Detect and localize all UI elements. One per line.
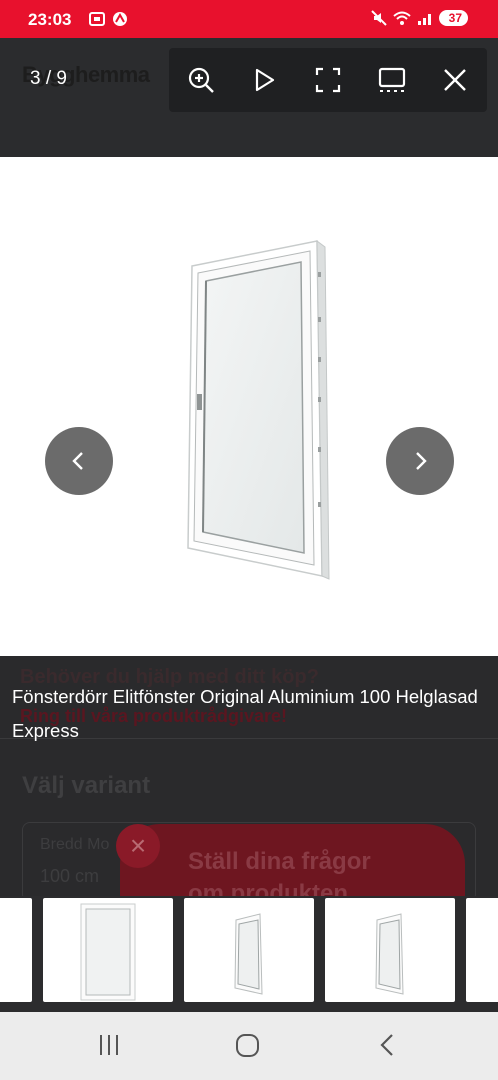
slideshow-play-button[interactable] (242, 58, 286, 102)
thumbnail-5[interactable] (325, 898, 455, 1002)
play-icon (256, 68, 275, 92)
image-caption: Fönsterdörr Elitfönster Original Alumini… (12, 686, 478, 741)
recent-apps-icon[interactable] (96, 1032, 122, 1058)
fullscreen-button[interactable] (306, 58, 350, 102)
close-icon (444, 69, 467, 91)
back-icon[interactable] (376, 1032, 400, 1058)
wifi-icon (392, 11, 411, 25)
thumbnail-strip (0, 896, 498, 1012)
mute-icon (370, 10, 387, 26)
chat-prompt-line2: om produkten (188, 880, 348, 896)
chevron-right-icon (416, 452, 427, 470)
variant-label: Bredd Mo (40, 836, 110, 853)
status-time: 23:03 (28, 10, 72, 29)
zoom-in-icon (188, 67, 214, 93)
close-gallery-button[interactable] (433, 58, 477, 102)
chat-close-icon: × (116, 824, 160, 868)
gallery-image-stage[interactable] (0, 157, 498, 656)
zoom-in-button[interactable] (179, 58, 223, 102)
next-image-button[interactable] (386, 427, 454, 495)
fullscreen-icon (315, 67, 341, 93)
previous-image-button[interactable] (45, 427, 113, 495)
system-nav-bar (0, 1012, 498, 1080)
thumbnail-door-icon (375, 913, 404, 995)
thumbnail-door-icon (80, 903, 136, 1001)
chevron-left-icon (72, 452, 83, 470)
status-bar: 23:03 37 (0, 0, 498, 38)
variant-heading: Välj variant (22, 772, 151, 799)
thumbnail-2[interactable] (0, 898, 32, 1002)
chat-prompt-line1: Ställ dina frågor (188, 848, 371, 875)
app-notification-icon (113, 12, 127, 26)
home-icon[interactable] (234, 1032, 262, 1060)
thumbnail-6[interactable] (466, 898, 498, 1002)
product-image (187, 239, 330, 580)
thumbnail-4[interactable] (184, 898, 314, 1002)
image-counter: 3 / 9 (30, 68, 67, 89)
thumbnail-3-current[interactable] (43, 898, 173, 1002)
battery-badge: 37 (438, 10, 468, 26)
thumbnails-toggle-button[interactable] (370, 58, 414, 102)
gallery-toolbar (169, 48, 487, 112)
screenshot-icon (89, 12, 105, 26)
variant-value: 100 cm (40, 866, 100, 886)
signal-icon (417, 14, 431, 25)
thumbnails-icon (378, 67, 405, 92)
thumbnail-door-icon (234, 913, 263, 995)
